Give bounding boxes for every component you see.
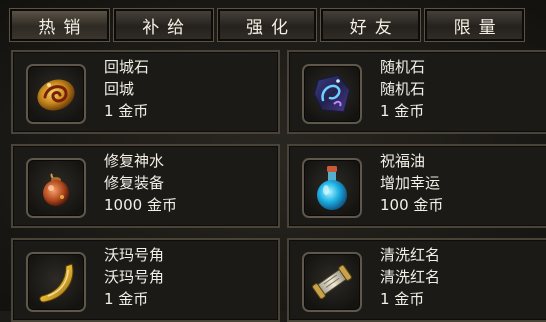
- scroll-icon: [312, 264, 352, 300]
- repair-potion-icon: [43, 173, 69, 206]
- item-price: 1 金币: [104, 102, 149, 120]
- item-description: 清洗红名: [380, 268, 441, 286]
- tab-hot-sale[interactable]: 热销: [9, 8, 110, 42]
- item-slot[interactable]: [26, 158, 86, 218]
- item-slot[interactable]: [302, 64, 362, 124]
- item-card[interactable]: 回城石 回城 1 金币: [11, 50, 280, 134]
- item-price: 1000 金币: [104, 196, 177, 214]
- tab-supplies[interactable]: 补给: [112, 8, 214, 42]
- item-name: 随机石: [380, 58, 426, 76]
- item-card[interactable]: 清洗红名 清洗红名 1 金币: [287, 238, 546, 322]
- item-name: 沃玛号角: [104, 246, 165, 264]
- item-price: 1 金币: [380, 290, 425, 308]
- item-name: 修复神水: [104, 152, 165, 170]
- item-slot[interactable]: [26, 64, 86, 124]
- item-card[interactable]: 修复神水 修复装备 1000 金币: [11, 144, 280, 228]
- item-slot[interactable]: [302, 252, 362, 312]
- item-price: 100 金币: [380, 196, 444, 214]
- tab-friends[interactable]: 好友: [320, 8, 422, 42]
- item-description: 随机石: [380, 80, 426, 98]
- item-name: 清洗红名: [380, 246, 441, 264]
- item-name: 祝福油: [380, 152, 426, 170]
- item-description: 增加幸运: [380, 174, 441, 192]
- random-stone-icon: [313, 74, 351, 113]
- return-stone-icon: [37, 79, 75, 111]
- item-price: 1 金币: [380, 102, 425, 120]
- item-card[interactable]: 沃玛号角 沃玛号角 1 金币: [11, 238, 280, 322]
- tab-limited[interactable]: 限量: [424, 8, 525, 42]
- item-slot[interactable]: [302, 158, 362, 218]
- woma-horn-icon: [39, 263, 74, 303]
- item-price: 1 金币: [104, 290, 149, 308]
- item-description: 沃玛号角: [104, 268, 165, 286]
- item-slot[interactable]: [26, 252, 86, 312]
- shop-panel: 热销 补给 强化 好友 限量 回城石 回城 1 金币 随机石 随机石 1 金币 …: [0, 0, 546, 322]
- shop-tabs: 热销 补给 强化 好友 限量: [9, 8, 525, 43]
- item-card[interactable]: 祝福油 增加幸运 100 金币: [287, 144, 546, 228]
- item-card[interactable]: 随机石 随机石 1 金币: [287, 50, 546, 134]
- tab-enhance[interactable]: 强化: [216, 8, 318, 42]
- blessing-oil-icon: [317, 166, 347, 210]
- item-name: 回城石: [104, 58, 150, 76]
- item-description: 修复装备: [104, 174, 165, 192]
- item-description: 回城: [104, 80, 135, 98]
- item-grid: 回城石 回城 1 金币 随机石 随机石 1 金币 修复神水 修复装备 1000 …: [11, 50, 546, 322]
